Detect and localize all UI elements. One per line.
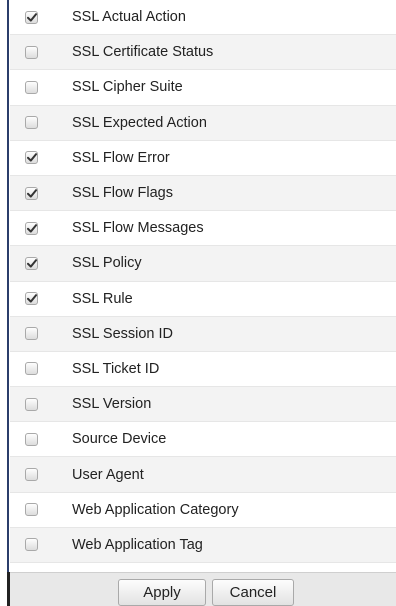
column-option-label: SSL Expected Action bbox=[72, 114, 207, 131]
column-checkbox[interactable] bbox=[25, 256, 38, 270]
column-checkbox[interactable] bbox=[25, 221, 38, 235]
column-option-label: SSL Policy bbox=[72, 255, 142, 272]
column-checkbox[interactable] bbox=[25, 116, 38, 130]
column-option-row[interactable]: SSL Session ID bbox=[10, 316, 396, 352]
left-border bbox=[7, 0, 9, 572]
check-icon bbox=[26, 259, 37, 268]
apply-button[interactable]: Apply bbox=[118, 579, 206, 606]
column-checkbox[interactable] bbox=[25, 397, 38, 411]
column-option-row[interactable]: SSL Policy bbox=[10, 246, 396, 282]
dialog-footer: Apply Cancel bbox=[10, 572, 396, 606]
check-icon bbox=[26, 153, 37, 162]
column-option-row[interactable]: SSL Flow Flags bbox=[10, 175, 396, 212]
check-icon bbox=[26, 294, 37, 303]
column-checkbox[interactable] bbox=[25, 80, 38, 94]
column-option-row[interactable]: User Agent bbox=[10, 457, 396, 493]
column-option-label: SSL Actual Action bbox=[72, 9, 186, 26]
column-checkbox[interactable] bbox=[25, 10, 38, 24]
column-option-row[interactable]: Web Application Category bbox=[10, 492, 396, 528]
column-option-label: Web Application Tag bbox=[72, 536, 203, 553]
column-option-row[interactable]: SSL Certificate Status bbox=[10, 35, 396, 71]
column-option-row[interactable]: SSL Actual Action bbox=[10, 0, 396, 36]
column-option-label: SSL Cipher Suite bbox=[72, 79, 183, 96]
column-option-row[interactable]: SSL Flow Error bbox=[10, 140, 396, 176]
column-option-label: Web Application Category bbox=[72, 501, 239, 518]
column-option-row[interactable]: SSL Flow Messages bbox=[10, 211, 396, 247]
column-option-row[interactable]: Web Application Tag bbox=[10, 527, 396, 563]
column-option-label: SSL Flow Flags bbox=[72, 185, 173, 202]
column-option-label: SSL Rule bbox=[72, 290, 133, 307]
column-option-row[interactable]: SSL Rule bbox=[10, 281, 396, 317]
column-option-label: SSL Flow Messages bbox=[72, 220, 204, 237]
column-checkbox[interactable] bbox=[25, 538, 38, 552]
column-option-label: Source Device bbox=[72, 431, 167, 448]
column-option-row[interactable]: SSL Version bbox=[10, 387, 396, 423]
column-option-label: SSL Flow Error bbox=[72, 149, 170, 166]
column-checkbox[interactable] bbox=[25, 327, 38, 341]
column-checkbox[interactable] bbox=[25, 292, 38, 306]
column-option-label: SSL Session ID bbox=[72, 325, 174, 342]
column-option-label: SSL Ticket ID bbox=[72, 360, 160, 377]
column-option-row[interactable]: SSL Ticket ID bbox=[10, 351, 396, 388]
column-checkbox[interactable] bbox=[25, 151, 38, 165]
column-checkbox[interactable] bbox=[25, 503, 38, 517]
column-list: SSL Actual Action SSL Certificate Status S… bbox=[10, 0, 396, 563]
column-chooser-panel: SSL Actual Action SSL Certificate Status S… bbox=[0, 0, 396, 606]
column-option-label: SSL Certificate Status bbox=[72, 44, 214, 61]
column-checkbox[interactable] bbox=[25, 186, 38, 200]
column-checkbox[interactable] bbox=[25, 468, 38, 482]
cancel-button[interactable]: Cancel bbox=[212, 579, 294, 606]
column-checkbox[interactable] bbox=[25, 432, 38, 446]
column-option-row[interactable]: SSL Expected Action bbox=[10, 105, 396, 141]
column-option-row[interactable]: Source Device bbox=[10, 422, 396, 458]
column-checkbox[interactable] bbox=[25, 362, 38, 376]
check-icon bbox=[26, 188, 37, 198]
column-option-label: SSL Version bbox=[72, 396, 152, 413]
column-option-label: User Agent bbox=[72, 466, 144, 483]
column-checkbox[interactable] bbox=[25, 45, 38, 59]
check-icon bbox=[26, 223, 37, 233]
check-icon bbox=[26, 12, 37, 22]
column-option-row[interactable]: SSL Cipher Suite bbox=[10, 70, 396, 106]
